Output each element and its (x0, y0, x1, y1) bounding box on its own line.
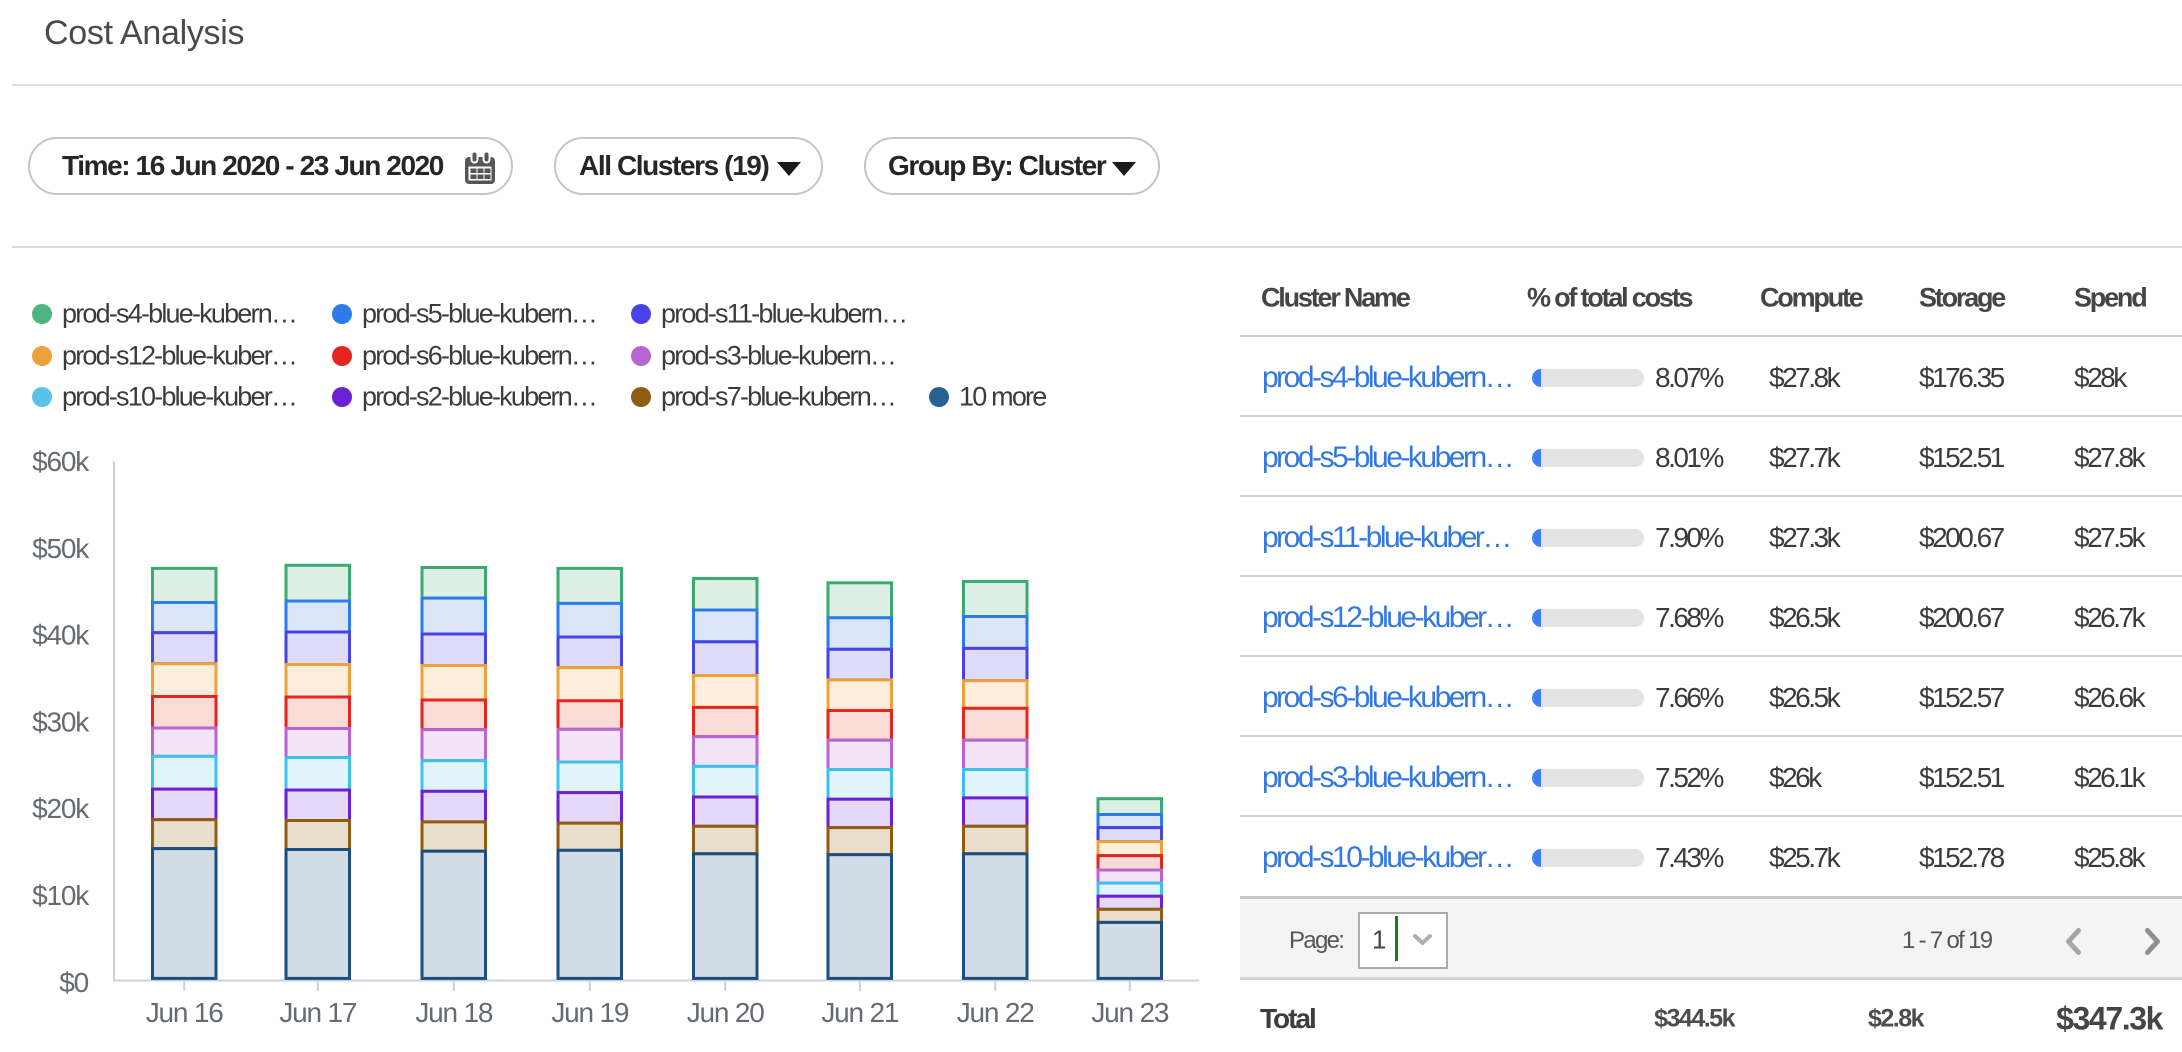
svg-text:$20k: $20k (32, 793, 90, 824)
svg-text:$0: $0 (59, 967, 88, 998)
svg-text:Jun 23: Jun 23 (1091, 997, 1168, 1028)
svg-text:Jun 18: Jun 18 (415, 997, 492, 1028)
svg-text:$50k: $50k (32, 533, 90, 564)
svg-text:$60k: $60k (32, 446, 90, 477)
svg-text:Jun 21: Jun 21 (821, 997, 898, 1028)
svg-text:$40k: $40k (32, 620, 90, 651)
svg-text:Jun 20: Jun 20 (687, 997, 764, 1028)
svg-text:$30k: $30k (32, 706, 90, 737)
svg-text:Jun 19: Jun 19 (551, 997, 628, 1028)
svg-text:Jun 22: Jun 22 (957, 997, 1034, 1028)
svg-text:Jun 16: Jun 16 (146, 997, 223, 1028)
svg-text:$10k: $10k (32, 880, 90, 911)
svg-text:Jun 17: Jun 17 (279, 997, 356, 1028)
